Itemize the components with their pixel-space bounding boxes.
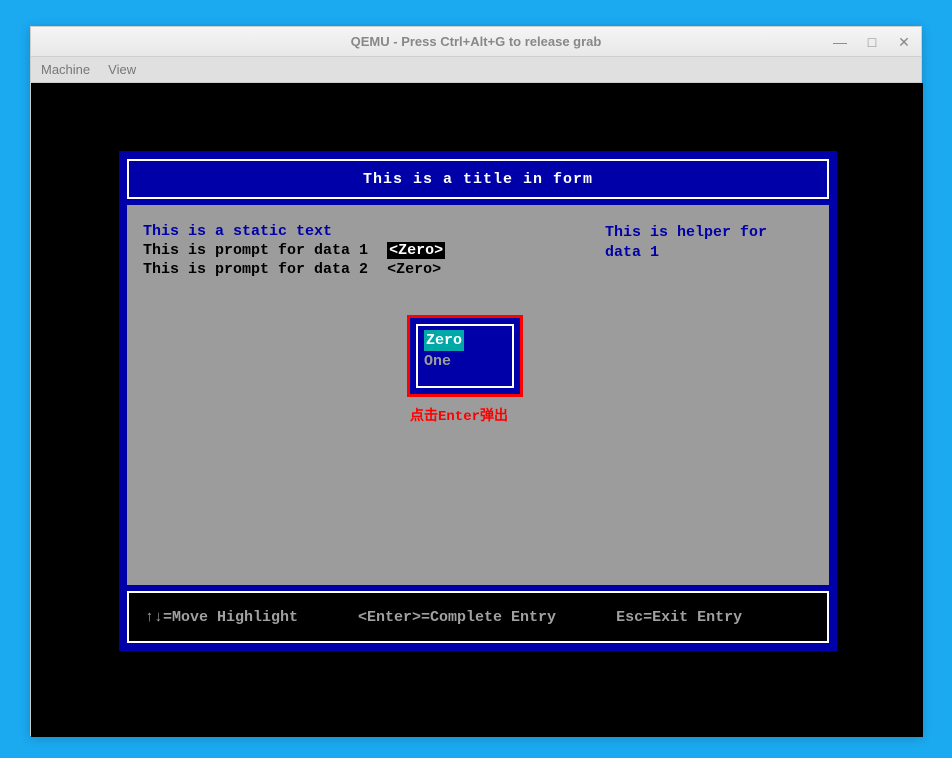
qemu-window: QEMU - Press Ctrl+Alt+G to release grab … bbox=[30, 26, 922, 736]
footer-esc-hint: Esc=Exit Entry bbox=[616, 609, 742, 626]
console-viewport: This is a title in form This is a static… bbox=[31, 83, 923, 737]
maximize-button[interactable]: □ bbox=[863, 34, 881, 50]
menubar: Machine View bbox=[31, 57, 921, 83]
selection-popup[interactable]: Zero One bbox=[407, 315, 523, 397]
minimize-button[interactable]: — bbox=[831, 34, 849, 50]
titlebar: QEMU - Press Ctrl+Alt+G to release grab … bbox=[31, 27, 921, 57]
prompt-row-2[interactable]: This is prompt for data 2 <Zero> bbox=[143, 261, 813, 278]
popup-item-one[interactable]: One bbox=[424, 351, 506, 372]
prompt-label-2: This is prompt for data 2 bbox=[143, 261, 368, 278]
menu-machine[interactable]: Machine bbox=[41, 62, 90, 77]
prompt-label-1: This is prompt for data 1 bbox=[143, 242, 368, 259]
bios-body: This is a static text This is prompt for… bbox=[127, 205, 829, 585]
bios-title: This is a title in form bbox=[363, 171, 593, 188]
prompt-value-2[interactable]: <Zero> bbox=[387, 261, 441, 278]
bios-title-box: This is a title in form bbox=[127, 159, 829, 199]
bios-footer: ↑↓=Move Highlight <Enter>=Complete Entry… bbox=[127, 591, 829, 643]
footer-enter-hint: <Enter>=Complete Entry bbox=[358, 609, 556, 626]
popup-caption: 点击Enter弹出 bbox=[410, 405, 508, 425]
window-controls: — □ ✕ bbox=[831, 27, 913, 57]
close-button[interactable]: ✕ bbox=[895, 34, 913, 51]
helper-text: This is helper fordata 1 bbox=[605, 223, 767, 262]
bios-form-frame: This is a title in form This is a static… bbox=[119, 151, 837, 651]
menu-view[interactable]: View bbox=[108, 62, 136, 77]
popup-inner: Zero One bbox=[416, 324, 514, 388]
prompt-value-1[interactable]: <Zero> bbox=[387, 242, 445, 259]
footer-move-hint: ↑↓=Move Highlight bbox=[145, 609, 298, 626]
window-title: QEMU - Press Ctrl+Alt+G to release grab bbox=[351, 34, 602, 49]
popup-item-zero[interactable]: Zero bbox=[424, 330, 464, 351]
